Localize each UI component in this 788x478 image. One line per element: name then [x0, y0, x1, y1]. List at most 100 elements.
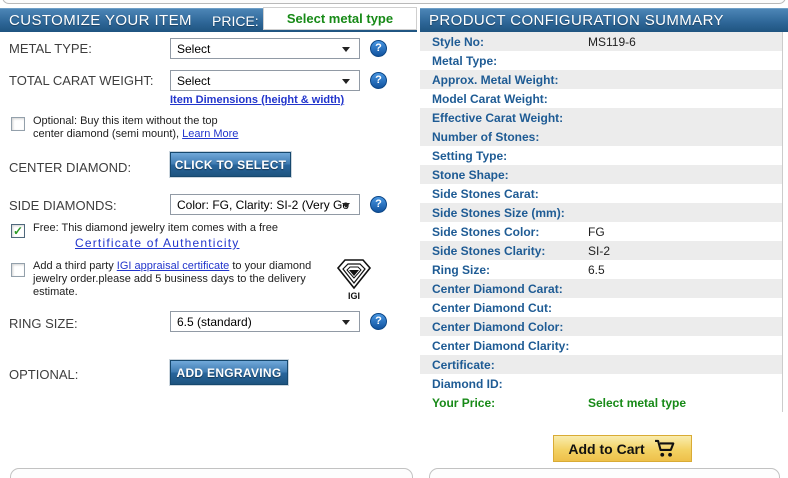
summary-row-value: SI-2 [588, 244, 610, 258]
center-diamond-label: CENTER DIAMOND: [9, 160, 131, 175]
summary-row-label: Diamond ID: [420, 377, 588, 391]
summary-row: Center Diamond Color: [420, 317, 782, 336]
bottom-panel-left [10, 468, 413, 478]
summary-row-value: FG [588, 225, 605, 239]
summary-row: Approx. Metal Weight: [420, 70, 782, 89]
price-value-box: Select metal type [263, 7, 417, 30]
summary-row-label: Metal Type: [420, 54, 588, 68]
summary-row-label: Model Carat Weight: [420, 92, 588, 106]
metal-type-select[interactable]: Select [170, 38, 360, 59]
metal-type-help-icon[interactable]: ? [370, 40, 387, 57]
side-diamonds-select[interactable]: Color: FG, Clarity: SI-2 (Very Go [170, 194, 360, 215]
metal-type-label: METAL TYPE: [9, 41, 92, 56]
semi-mount-text: Optional: Buy this item without the top … [33, 115, 238, 141]
summary-row: Stone Shape: [420, 165, 782, 184]
item-dimensions-link[interactable]: Item Dimensions (height & width) [170, 94, 344, 106]
product-configurator: CUSTOMIZE YOUR ITEM PRICE: Select metal … [0, 0, 788, 478]
summary-title: PRODUCT CONFIGURATION SUMMARY [420, 12, 724, 29]
chevron-down-icon [342, 320, 350, 325]
click-to-select-button[interactable]: CLICK TO SELECT [170, 152, 291, 177]
chevron-down-icon [342, 203, 350, 208]
summary-row-label: Style No: [420, 35, 588, 49]
appraisal-after-link: to your diamond [229, 260, 311, 272]
ring-size-help-icon[interactable]: ? [370, 313, 387, 330]
igi-appraisal-checkbox[interactable] [11, 263, 25, 277]
ring-size-value: 6.5 (standard) [177, 315, 252, 329]
customize-title: CUSTOMIZE YOUR ITEM [0, 12, 192, 29]
free-certificate-line1: Free: This diamond jewelry item comes wi… [33, 222, 278, 234]
top-panel-edge [2, 0, 786, 4]
summary-row: Center Diamond Cut: [420, 298, 782, 317]
bottom-panel-right [429, 468, 780, 478]
summary-row-value: 6.5 [588, 263, 605, 277]
summary-row: Metal Type: [420, 51, 782, 70]
appraisal-line3: estimate. [33, 286, 78, 298]
certificate-of-authenticity-link[interactable]: Certificate of Authenticity [75, 236, 239, 250]
free-certificate-checkbox[interactable]: ✓ [11, 224, 25, 238]
add-to-cart-label: Add to Cart [568, 441, 644, 457]
summary-row: Side Stones Clarity:SI-2 [420, 241, 782, 260]
ring-size-select[interactable]: 6.5 (standard) [170, 311, 360, 332]
learn-more-link[interactable]: Learn More [182, 128, 238, 140]
summary-row-value: Select metal type [588, 396, 686, 410]
summary-row: Certificate: [420, 355, 782, 374]
summary-row-label: Your Price: [420, 396, 588, 410]
price-label: PRICE: [212, 13, 259, 29]
summary-row: Side Stones Color:FG [420, 222, 782, 241]
summary-row: Side Stones Size (mm): [420, 203, 782, 222]
summary-row: Setting Type: [420, 146, 782, 165]
igi-appraisal-text: Add a third party IGI appraisal certific… [33, 260, 311, 299]
igi-icon-label: IGI [348, 291, 360, 301]
summary-row-label: Center Diamond Clarity: [420, 339, 588, 353]
summary-row-label: Center Diamond Color: [420, 320, 588, 334]
summary-row: Your Price:Select metal type [420, 393, 782, 412]
summary-row-label: Number of Stones: [420, 130, 588, 144]
summary-row-label: Ring Size: [420, 263, 588, 277]
summary-row: Ring Size:6.5 [420, 260, 782, 279]
summary-row-label: Center Diamond Carat: [420, 282, 588, 296]
igi-appraisal-link[interactable]: IGI appraisal certificate [117, 260, 230, 272]
summary-row: Center Diamond Carat: [420, 279, 782, 298]
igi-diamond-icon: IGI [333, 255, 375, 301]
summary-row: Effective Carat Weight: [420, 108, 782, 127]
appraisal-before-link: Add a third party [33, 260, 117, 272]
summary-row-label: Side Stones Color: [420, 225, 588, 239]
free-certificate-text: Free: This diamond jewelry item comes wi… [33, 222, 278, 251]
semi-mount-line1: Optional: Buy this item without the top [33, 115, 218, 127]
summary-row-label: Certificate: [420, 358, 588, 372]
side-diamonds-value: Color: FG, Clarity: SI-2 (Very Go [177, 198, 349, 212]
carat-weight-select[interactable]: Select [170, 70, 360, 91]
summary-header: PRODUCT CONFIGURATION SUMMARY [420, 8, 788, 32]
summary-row: Number of Stones: [420, 127, 782, 146]
customize-header: CUSTOMIZE YOUR ITEM PRICE: Select metal … [0, 8, 417, 32]
summary-row: Center Diamond Clarity: [420, 336, 782, 355]
cart-icon [654, 439, 677, 458]
optional-label: OPTIONAL: [9, 367, 78, 382]
semi-mount-checkbox[interactable] [11, 117, 25, 131]
add-engraving-button[interactable]: ADD ENGRAVING [170, 360, 288, 385]
summary-row-label: Side Stones Size (mm): [420, 206, 588, 220]
add-to-cart-button[interactable]: Add to Cart [553, 435, 692, 462]
summary-row-label: Approx. Metal Weight: [420, 73, 588, 87]
summary-row: Diamond ID: [420, 374, 782, 393]
semi-mount-line2: center diamond (semi mount), [33, 128, 182, 140]
carat-weight-value: Select [177, 74, 210, 88]
summary-row-label: Setting Type: [420, 149, 588, 163]
summary-row: Style No:MS119-6 [420, 32, 782, 51]
summary-row: Side Stones Carat: [420, 184, 782, 203]
carat-weight-label: TOTAL CARAT WEIGHT: [9, 73, 153, 88]
appraisal-line2: jewelry order.please add 5 business days… [33, 273, 306, 285]
carat-weight-help-icon[interactable]: ? [370, 72, 387, 89]
ring-size-label: RING SIZE: [9, 316, 78, 331]
chevron-down-icon [342, 47, 350, 52]
summary-row-label: Side Stones Carat: [420, 187, 588, 201]
summary-row-label: Center Diamond Cut: [420, 301, 588, 315]
summary-row: Model Carat Weight: [420, 89, 782, 108]
summary-row-label: Stone Shape: [420, 168, 588, 182]
side-diamonds-label: SIDE DIAMONDS: [9, 198, 117, 213]
summary-row-label: Effective Carat Weight: [420, 111, 588, 125]
summary-table: Style No:MS119-6Metal Type:Approx. Metal… [420, 32, 783, 412]
side-diamonds-help-icon[interactable]: ? [370, 196, 387, 213]
summary-row-label: Side Stones Clarity: [420, 244, 588, 258]
summary-row-value: MS119-6 [588, 35, 636, 49]
